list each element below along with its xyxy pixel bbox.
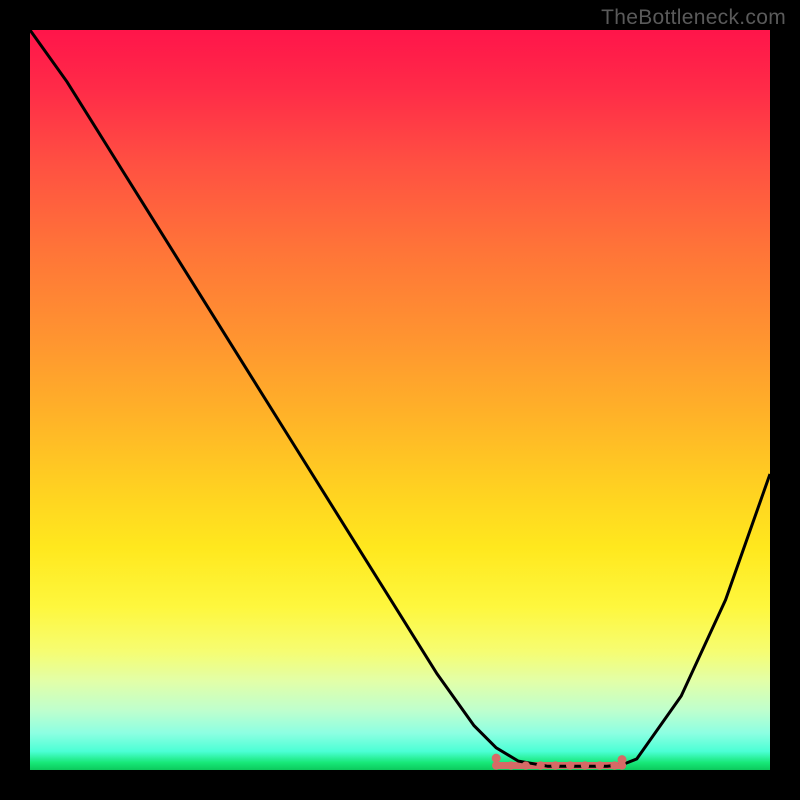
watermark-text: TheBottleneck.com <box>601 6 786 30</box>
chart-curve <box>30 30 770 766</box>
chart-svg <box>30 30 770 770</box>
chart-plot-area <box>30 30 770 770</box>
